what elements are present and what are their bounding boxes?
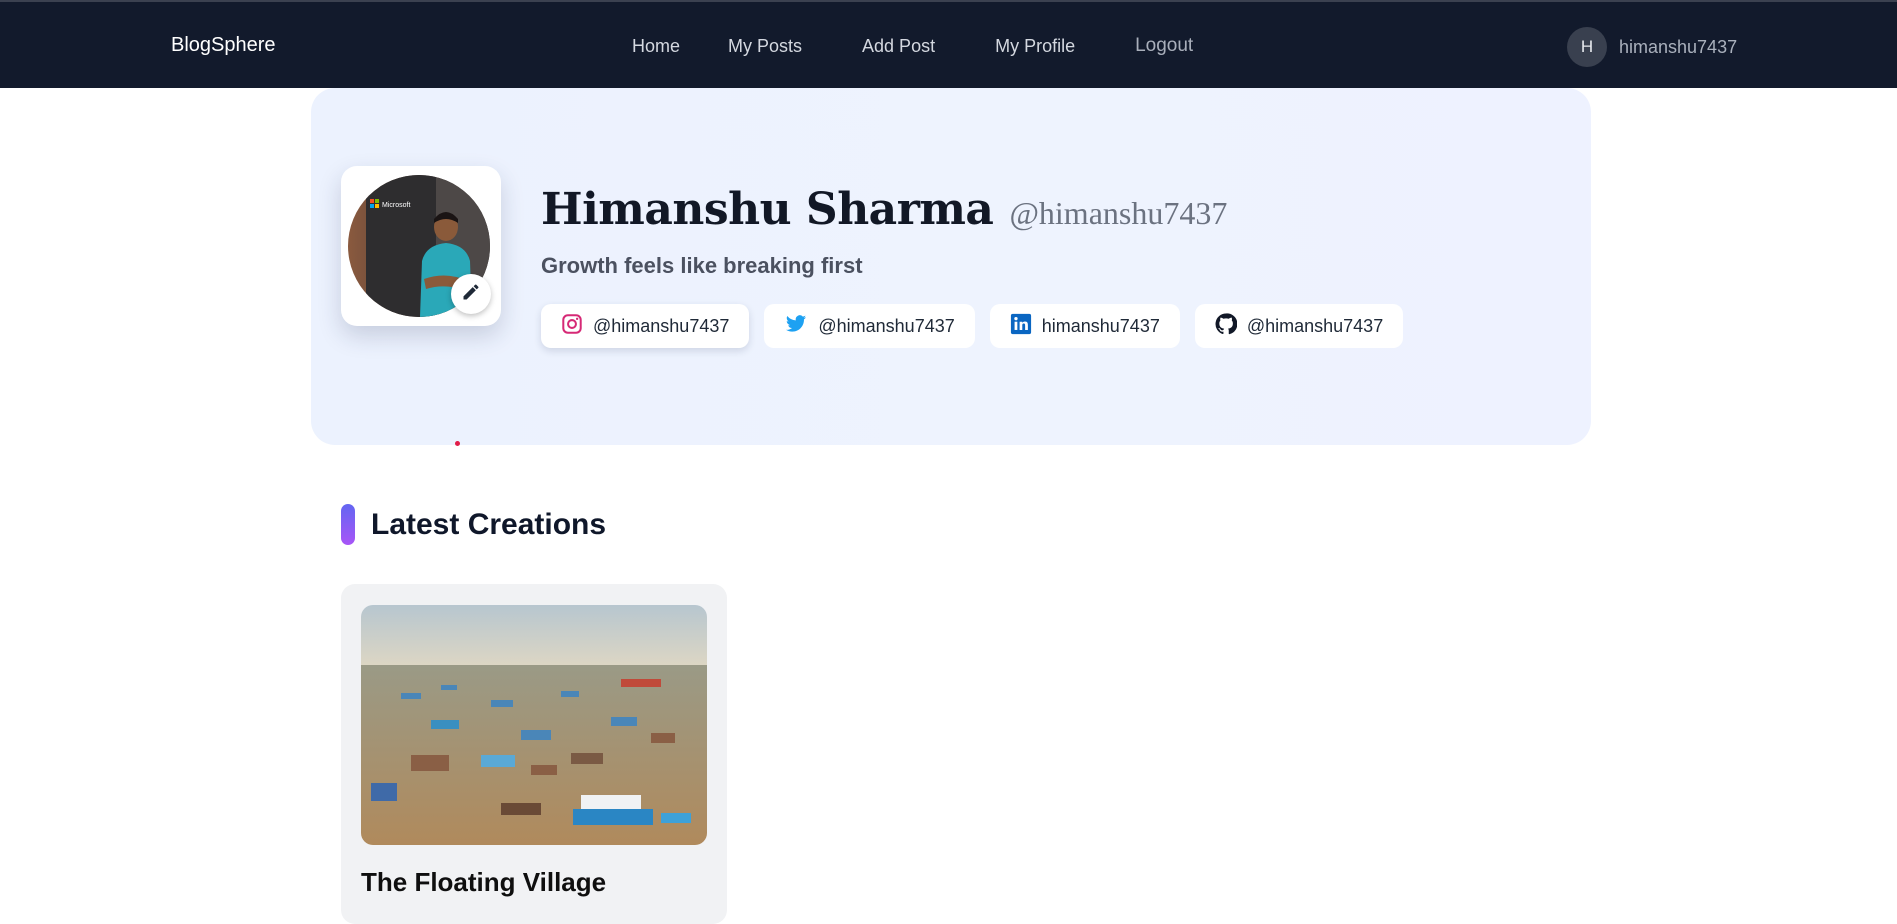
nav-home[interactable]: Home — [632, 36, 680, 57]
section-accent-bar — [341, 504, 355, 545]
post-thumbnail[interactable] — [361, 605, 707, 845]
social-label: @himanshu7437 — [1246, 315, 1384, 336]
social-link-linkedin[interactable]: himanshu7437 — [989, 304, 1180, 348]
nav-add-post[interactable]: Add Post — [862, 36, 935, 57]
user-menu[interactable]: H himanshu7437 — [1567, 27, 1737, 67]
twitter-icon — [784, 313, 818, 340]
profile-bio: Growth feels like breaking first — [541, 253, 863, 278]
svg-text:Microsoft: Microsoft — [382, 202, 410, 209]
post-title[interactable]: The Floating Village — [361, 867, 606, 898]
latest-creations-heading: Latest Creations — [341, 504, 606, 545]
nav-my-profile[interactable]: My Profile — [995, 36, 1075, 57]
profile-header-card: Microsoft Himanshu Sharma @himanshu7437 … — [311, 88, 1591, 445]
profile-handle: @himanshu7437 — [1009, 195, 1228, 231]
main-nav: Home My Posts Add Post My Profile Logout — [632, 35, 1193, 57]
social-link-github[interactable]: @himanshu7437 — [1194, 304, 1404, 348]
social-link-instagram[interactable]: @himanshu7437 — [541, 304, 750, 348]
pencil-icon — [461, 282, 481, 307]
nav-logout[interactable]: Logout — [1135, 35, 1193, 57]
decorative-dot — [455, 441, 460, 446]
profile-info: Himanshu Sharma @himanshu7437 Growth fee… — [541, 184, 1404, 348]
instagram-icon — [561, 313, 593, 340]
profile-full-name: Himanshu Sharma — [541, 184, 994, 235]
nav-my-posts[interactable]: My Posts — [728, 36, 802, 57]
user-name[interactable]: himanshu7437 — [1619, 37, 1737, 58]
brand-logo[interactable]: BlogSphere — [171, 34, 276, 57]
linkedin-icon — [1010, 313, 1042, 340]
section-title: Latest Creations — [371, 507, 607, 541]
social-label: himanshu7437 — [1041, 315, 1160, 336]
post-card[interactable]: The Floating Village — [341, 584, 727, 924]
github-icon — [1215, 312, 1247, 340]
edit-avatar-button[interactable] — [451, 274, 491, 314]
profile-avatar-frame: Microsoft — [341, 166, 501, 326]
top-navbar: BlogSphere Home My Posts Add Post My Pro… — [0, 0, 1897, 88]
social-link-twitter[interactable]: @himanshu7437 — [764, 304, 975, 348]
user-avatar[interactable]: H — [1567, 27, 1607, 67]
social-links: @himanshu7437 @himanshu7437 himanshu7437… — [541, 304, 1404, 348]
social-label: @himanshu7437 — [593, 315, 730, 336]
social-label: @himanshu7437 — [818, 315, 955, 336]
name-row: Himanshu Sharma @himanshu7437 — [541, 184, 1403, 235]
